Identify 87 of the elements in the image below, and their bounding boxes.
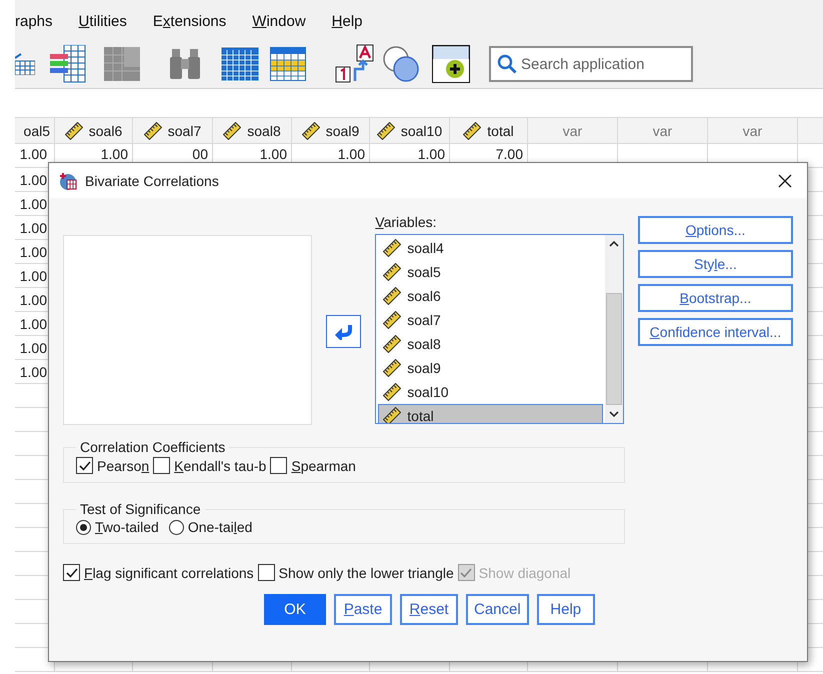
checkbox[interactable]: [63, 564, 80, 581]
menu-item[interactable]: Extensions: [152, 12, 226, 30]
checkbox-label: Kendall's tau-b: [174, 458, 266, 474]
add-on-icon[interactable]: [432, 45, 470, 83]
variable-item[interactable]: soal6: [378, 284, 603, 308]
overlapping-circles-icon[interactable]: [382, 45, 420, 83]
menu-item[interactable]: Help: [332, 12, 363, 30]
move-button[interactable]: [326, 315, 361, 348]
data-cell: 1.00: [100, 147, 128, 162]
menu-item[interactable]: Window: [252, 12, 306, 30]
dialog-title: Bivariate Correlations: [85, 172, 220, 188]
data-cell: 1.00: [418, 147, 445, 162]
variable-item[interactable]: soal5: [378, 260, 603, 284]
value-labels-icon[interactable]: [335, 44, 375, 84]
data-cell: 1.00: [20, 268, 47, 284]
data-cell: 1.00: [20, 364, 47, 380]
column-header[interactable]: total: [487, 122, 514, 138]
variable-item[interactable]: soal9: [378, 356, 603, 380]
variable-item[interactable]: total: [378, 404, 603, 423]
variable-item[interactable]: soall4: [378, 236, 603, 260]
data-cell: 7.00: [496, 147, 523, 162]
scrollbar[interactable]: [604, 235, 623, 423]
scroll-up-icon[interactable]: [608, 240, 619, 248]
column-header[interactable]: soal7: [168, 122, 202, 138]
checkbox-label: Show diagonal: [478, 564, 571, 580]
checkbox-label: Pearson: [97, 458, 150, 474]
dialog-button[interactable]: OK: [264, 594, 326, 625]
scroll-down-icon[interactable]: [608, 410, 619, 418]
variable-item[interactable]: soal8: [378, 332, 603, 356]
column-header[interactable]: soal6: [88, 122, 122, 138]
radio-button[interactable]: [168, 520, 184, 534]
data-cell: 1.00: [20, 244, 47, 260]
column-header[interactable]: var: [742, 122, 762, 138]
dialog-button[interactable]: Confidence interval...: [638, 318, 793, 346]
checkmark-icon: [64, 566, 78, 580]
checkbox[interactable]: [153, 457, 170, 474]
highlighted-table-icon[interactable]: [270, 47, 306, 81]
data-cell: 1.00: [20, 147, 47, 162]
dialog-button[interactable]: Paste: [334, 594, 392, 625]
checkbox-label: Spearman: [291, 458, 356, 474]
dialog-button[interactable]: Bootstrap...: [638, 284, 793, 312]
checkbox-label: Show only the lower triangle: [278, 564, 454, 580]
menu-item[interactable]: Utilities: [78, 12, 127, 30]
table-icon[interactable]: [15, 53, 35, 75]
column-header[interactable]: soal9: [326, 122, 360, 138]
variables-icon[interactable]: [50, 45, 86, 83]
radio-button[interactable]: [76, 520, 91, 534]
variables-list[interactable]: soall4 soal5 soal6 soal7 soal8 soal9 soal10 total: [375, 234, 624, 424]
dialog-button[interactable]: Options...: [638, 216, 793, 244]
data-cell: 1.00: [20, 316, 47, 332]
data-cell: 1.00: [20, 172, 47, 188]
checkbox[interactable]: [258, 564, 275, 581]
group-title: Test of Significance: [79, 501, 202, 517]
variable-item[interactable]: soal10: [378, 380, 603, 404]
radio-label: One-tailed: [188, 519, 252, 535]
dialog-button[interactable]: Cancel: [466, 594, 529, 625]
data-cell: 1.00: [20, 196, 47, 212]
dialog-button[interactable]: Style...: [638, 250, 793, 278]
variables-label: Variables:: [375, 214, 438, 232]
variable-item[interactable]: soal7: [378, 308, 603, 332]
curved-arrow-icon: [334, 324, 352, 340]
search-icon: [497, 54, 517, 74]
binoculars-icon[interactable]: [168, 47, 202, 81]
data-cell: 1.00: [20, 220, 47, 236]
data-cell: 00: [192, 147, 208, 162]
checkbox[interactable]: [76, 457, 93, 474]
column-header[interactable]: soal10: [400, 122, 442, 138]
correlations-icon: [59, 172, 77, 190]
data-cell: 1.00: [20, 292, 47, 308]
menu-item[interactable]: raphs: [15, 12, 53, 30]
checkbox-label: Flag significant correlations: [84, 564, 254, 580]
table-icon[interactable]: [221, 47, 259, 81]
radio-label: Two-tailed: [95, 519, 159, 535]
checkmark-icon: [459, 566, 474, 580]
column-header[interactable]: var: [562, 122, 582, 138]
checkbox[interactable]: [270, 457, 288, 474]
dialog-button[interactable]: Help: [536, 594, 595, 625]
column-header[interactable]: soal8: [247, 122, 281, 138]
search-field[interactable]: Search application: [489, 46, 693, 82]
column-header[interactable]: oal5: [24, 122, 50, 138]
data-cell: 1.00: [338, 147, 365, 162]
dialog-button[interactable]: Reset: [400, 594, 458, 625]
column-header[interactable]: var: [652, 122, 672, 138]
data-cell: 1.00: [20, 340, 47, 356]
group-title: Correlation Coefficients: [79, 439, 226, 455]
data-cell: 1.00: [260, 147, 287, 162]
checkmark-icon: [78, 458, 92, 472]
